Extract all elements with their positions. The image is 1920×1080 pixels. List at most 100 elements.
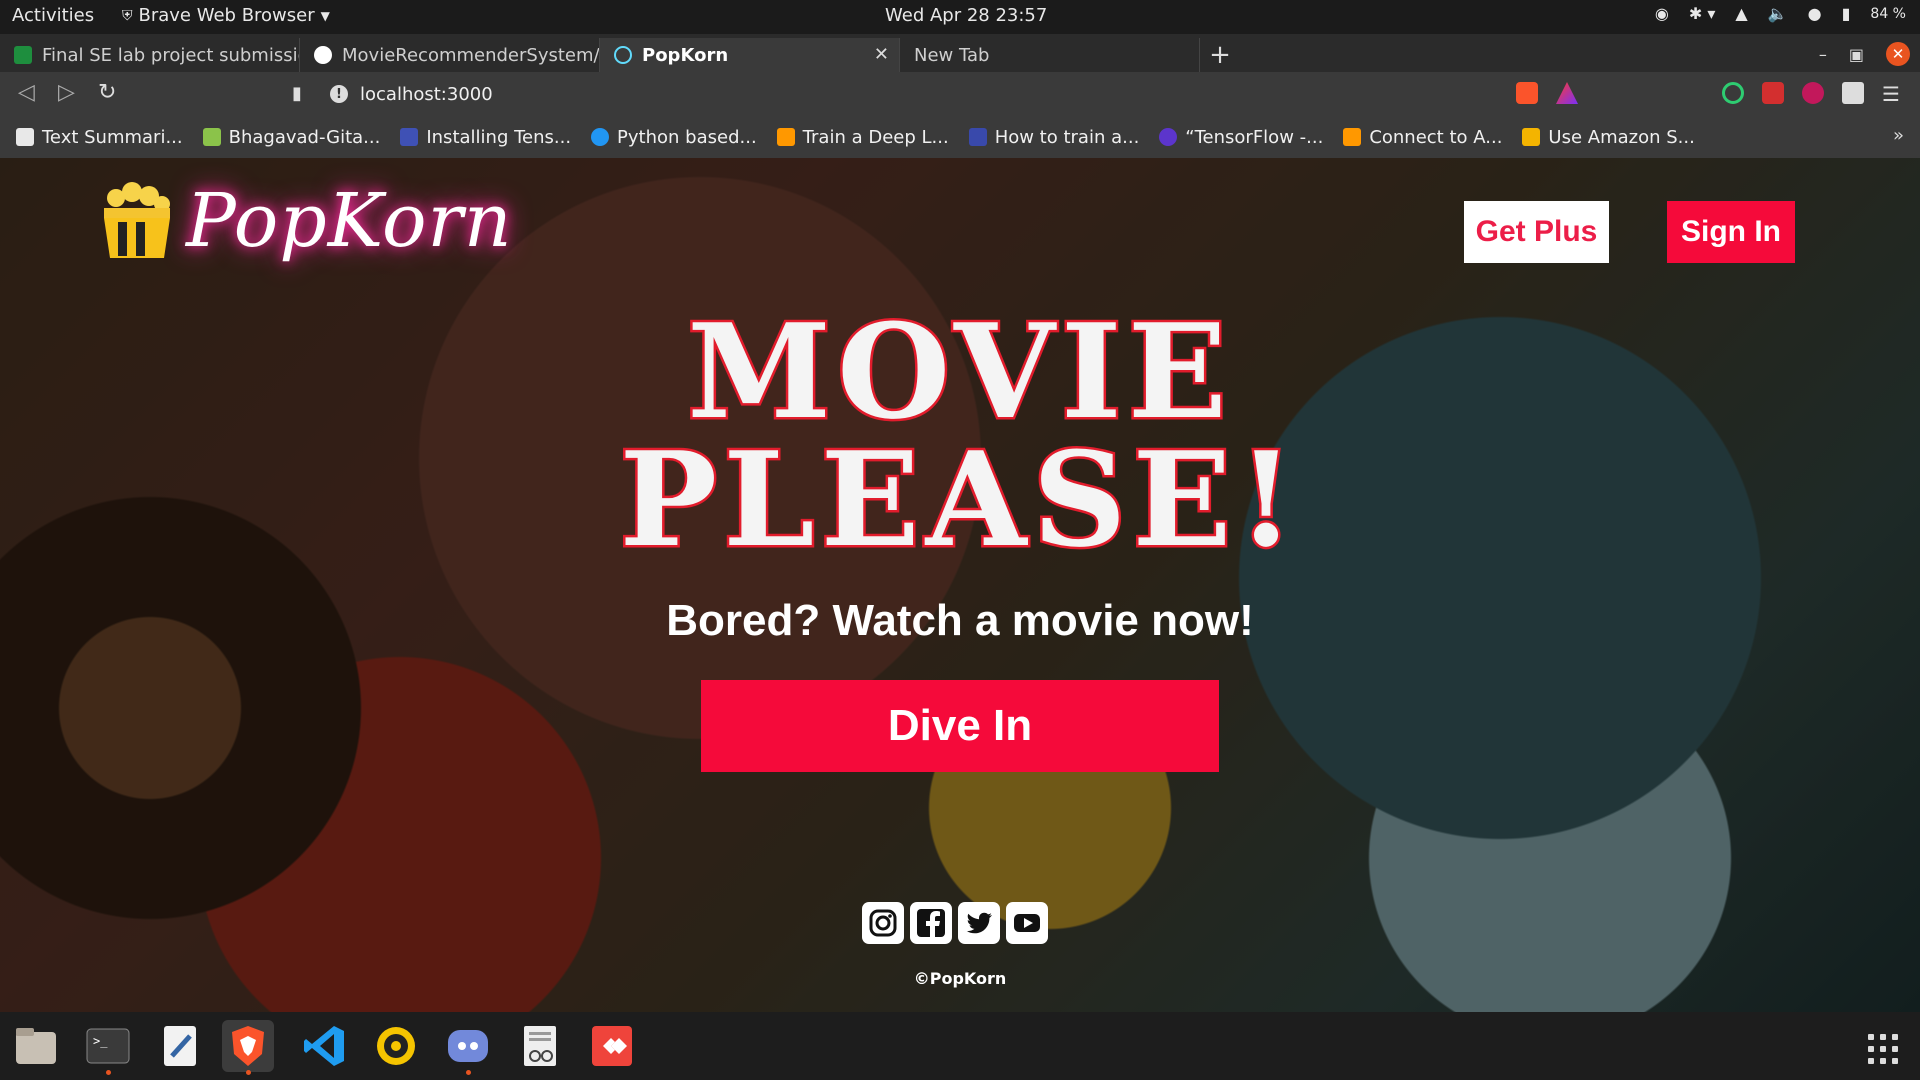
sign-in-button[interactable]: Sign In: [1667, 201, 1795, 263]
vscode-icon[interactable]: [298, 1020, 350, 1072]
web-page: PopKorn Get Plus Sign In MOVIE PLEASE! B…: [0, 158, 1920, 1012]
extension-red-icon[interactable]: [1762, 82, 1784, 104]
terminal-icon[interactable]: >_: [82, 1020, 134, 1075]
application-dock: >_: [0, 1012, 1920, 1080]
site-icon: [400, 128, 419, 146]
new-tab-button[interactable]: +: [1200, 38, 1240, 72]
bookmark-item[interactable]: Train a Deep L...: [776, 126, 949, 148]
j-icon: [1159, 128, 1178, 146]
url-text[interactable]: localhost:3000: [360, 84, 493, 105]
discord-icon[interactable]: [442, 1020, 494, 1075]
bookmark-label: Python based...: [617, 126, 757, 148]
system-tray[interactable]: ◉ ✱ ▾ ▲ 🔈 ● ▮ 84 %: [1655, 4, 1906, 23]
aws-icon: [1522, 128, 1541, 146]
puzzle-icon[interactable]: [1842, 82, 1864, 104]
app-menu[interactable]: ⛨ Brave Web Browser ▼: [122, 5, 330, 26]
battery-level: 84 %: [1870, 5, 1906, 22]
battery-icon: ▮: [1841, 4, 1851, 23]
brave-buttons: [1516, 82, 1578, 104]
running-indicator: [246, 1070, 251, 1075]
tab-strip: Final SE lab project submissio MovieReco…: [0, 34, 1920, 72]
extensions-bar: ☰: [1722, 82, 1900, 106]
bookmark-label: Installing Tens...: [426, 126, 572, 148]
bookmarks-overflow-icon[interactable]: »: [1893, 125, 1904, 146]
maximize-icon[interactable]: ▣: [1849, 45, 1864, 64]
hero-title-line2: PLEASE!: [617, 423, 1301, 576]
wifi-icon: ▲: [1735, 4, 1748, 23]
minimize-icon[interactable]: –: [1819, 45, 1827, 64]
twitter-icon[interactable]: [958, 902, 1000, 944]
bookmark-label: Connect to A...: [1369, 126, 1503, 148]
forward-icon[interactable]: ▷: [58, 80, 75, 105]
bookmark-icon[interactable]: ▮: [292, 83, 302, 104]
cube-icon: [776, 128, 795, 146]
activities-button[interactable]: Activities: [12, 5, 94, 26]
get-plus-button[interactable]: Get Plus: [1464, 201, 1609, 263]
reload-icon[interactable]: ↻: [98, 80, 116, 105]
dive-in-button[interactable]: Dive In: [701, 680, 1219, 772]
copyright: ©PopKorn: [913, 969, 1007, 988]
window-controls: – ▣ ✕: [1819, 42, 1910, 66]
navigation-bar: ◁ ▷ ↻ ▮ ! localhost:3000 ☰: [0, 72, 1920, 116]
brave-icon[interactable]: [222, 1020, 274, 1075]
anydesk-icon[interactable]: [586, 1020, 638, 1072]
facebook-icon[interactable]: [910, 902, 952, 944]
brave-shields-icon[interactable]: [1516, 82, 1538, 104]
leaf-icon: [202, 128, 221, 146]
extension-green-icon[interactable]: [1722, 82, 1744, 104]
rhythmbox-icon[interactable]: [370, 1020, 422, 1072]
chart-icon: [16, 128, 34, 146]
tab-popkorn[interactable]: PopKorn ✕: [600, 38, 900, 72]
bookmark-item[interactable]: Text Summari...: [16, 127, 183, 148]
bookmark-label: Bhagavad-Gita...: [228, 126, 381, 148]
menu-icon[interactable]: ☰: [1882, 82, 1900, 106]
tab-new-tab[interactable]: New Tab: [900, 38, 1200, 72]
bookmark-label: “TensorFlow -...: [1185, 126, 1324, 148]
close-window-icon[interactable]: ✕: [1886, 42, 1910, 66]
bookmark-label: Use Amazon S...: [1548, 126, 1695, 148]
tab-classroom[interactable]: Final SE lab project submissio: [0, 38, 300, 72]
tab-label: New Tab: [914, 44, 990, 66]
bookmark-label: Train a Deep L...: [802, 126, 949, 148]
bookmark-item[interactable]: Python based...: [591, 127, 757, 148]
chevron-down-icon: ▼: [320, 8, 330, 23]
running-indicator: [106, 1070, 111, 1075]
classroom-icon: [14, 46, 32, 64]
bookmark-label: Text Summari...: [42, 126, 183, 148]
popcorn-icon: [96, 182, 178, 260]
instagram-icon[interactable]: [862, 902, 904, 944]
brave-rewards-icon[interactable]: [1556, 82, 1578, 104]
clock[interactable]: Wed Apr 28 23:57: [885, 5, 1047, 26]
bookmark-item[interactable]: Installing Tens...: [400, 127, 571, 148]
infinity-icon: [968, 128, 987, 146]
files-icon[interactable]: [10, 1020, 62, 1072]
volume-icon: 🔈: [1767, 4, 1788, 23]
tab-label: MovieRecommenderSystem/: [342, 44, 600, 66]
extension-purple-icon[interactable]: [1802, 82, 1824, 104]
python-icon: [591, 128, 610, 146]
social-links: [862, 902, 1048, 944]
popkorn-logo[interactable]: PopKorn: [96, 178, 513, 264]
bookmark-item[interactable]: “TensorFlow -...: [1159, 127, 1323, 148]
bookmark-item[interactable]: Bhagavad-Gita...: [202, 126, 381, 148]
address-bar[interactable]: ! localhost:3000: [330, 78, 1505, 110]
document-viewer-icon[interactable]: [514, 1020, 566, 1072]
svg-text:>_: >_: [93, 1034, 108, 1048]
gamepad-icon: ◉: [1654, 4, 1669, 23]
hero-title-line1: MOVIE: [685, 295, 1233, 448]
react-icon: [614, 46, 632, 64]
show-applications-icon[interactable]: [1868, 1034, 1898, 1064]
bookmark-item[interactable]: Use Amazon S...: [1522, 126, 1695, 148]
site-info-icon[interactable]: !: [330, 85, 348, 103]
bookmark-item[interactable]: How to train a...: [968, 127, 1139, 148]
tab-github[interactable]: MovieRecommenderSystem/: [300, 38, 600, 72]
youtube-icon[interactable]: [1006, 902, 1048, 944]
accessibility-icon: ✱ ▾: [1688, 4, 1716, 23]
close-icon[interactable]: ✕: [874, 44, 889, 65]
tagline: Bored? Watch a movie now!: [666, 596, 1254, 645]
tab-label: Final SE lab project submissio: [42, 44, 300, 66]
running-indicator: [466, 1070, 471, 1075]
back-icon[interactable]: ◁: [18, 80, 35, 105]
bookmark-item[interactable]: Connect to A...: [1343, 127, 1502, 148]
text-editor-icon[interactable]: [154, 1020, 206, 1072]
